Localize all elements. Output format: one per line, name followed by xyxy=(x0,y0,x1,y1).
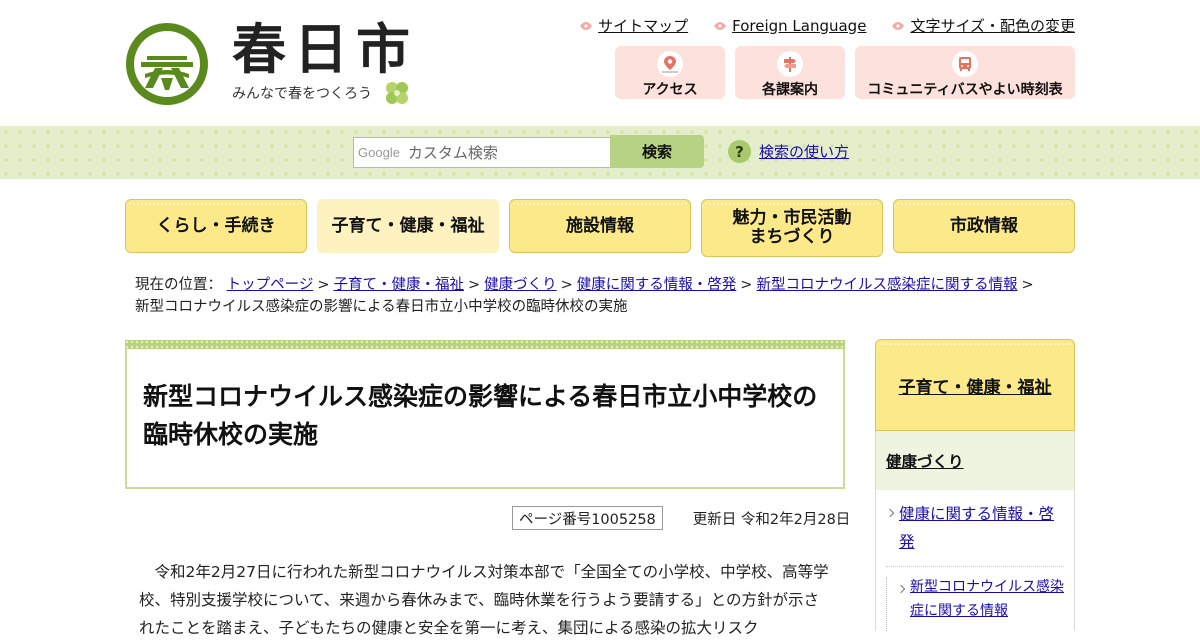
breadcrumb-link-health-info[interactable]: 健康に関する情報・啓発 xyxy=(577,277,737,293)
title-stripe xyxy=(125,340,845,349)
nav-city-administration[interactable]: 市政情報 xyxy=(893,199,1075,253)
community-bus-timetable-button-label: コミュニティバスやよい時刻表 xyxy=(867,82,1063,98)
article-title-box: 新型コロナウイルス感染症の影響による春日市立小中学校の臨時休校の実施 xyxy=(125,340,845,489)
clover-icon xyxy=(386,82,408,104)
nav-childcare-health-welfare[interactable]: 子育て・健康・福祉 xyxy=(317,199,499,253)
sakura-icon xyxy=(714,21,727,30)
search-button[interactable]: 検索 xyxy=(610,135,704,168)
quick-buttons: アクセス 各課案内 コミュニティバスやよい時刻表 xyxy=(615,46,1075,99)
search-help-link[interactable]: 検索の使い方 xyxy=(759,141,849,162)
search-input[interactable] xyxy=(407,143,578,162)
nav-facilities[interactable]: 施設情報 xyxy=(509,199,691,253)
article-body: 令和2年2月27日に行われた新型コロナウイルス対策本部で「全国全ての小学校、中学… xyxy=(139,563,829,637)
site-slogan: みんなで春をつくろう xyxy=(232,86,372,102)
department-guide-button[interactable]: 各課案内 xyxy=(735,46,845,99)
sitemap-link[interactable]: サイトマップ xyxy=(578,15,688,36)
nav-attractions-line1: 魅力・市民活動 xyxy=(732,208,852,228)
side-nav-link-covid[interactable]: 新型コロナウイルス感染症に関する情報 xyxy=(910,579,1064,619)
side-nav-item: 健康に関する情報・啓発 xyxy=(886,490,1064,567)
breadcrumb-link-health[interactable]: 健康づくり xyxy=(484,277,557,293)
department-guide-button-label: 各課案内 xyxy=(762,82,818,98)
breadcrumb-separator: > xyxy=(317,277,330,293)
community-bus-timetable-button[interactable]: コミュニティバスやよい時刻表 xyxy=(855,46,1075,99)
breadcrumb-separator: > xyxy=(1021,277,1034,293)
side-nav-link-health-info[interactable]: 健康に関する情報・啓発 xyxy=(899,505,1054,551)
updated-date: 更新日 令和2年2月28日 xyxy=(692,511,851,528)
utility-links: サイトマップ Foreign Language 文字サイズ・配色の変更 xyxy=(578,15,1075,36)
breadcrumb-link-covid[interactable]: 新型コロナウイルス感染症に関する情報 xyxy=(756,277,1017,293)
sakura-icon xyxy=(580,21,593,30)
question-icon: ? xyxy=(728,140,751,163)
access-button-label: アクセス xyxy=(642,82,698,98)
side-nav-heading[interactable]: 子育て・健康・福祉 xyxy=(875,339,1075,431)
text-size-color-link-label: 文字サイズ・配色の変更 xyxy=(910,17,1075,35)
article-meta: ページ番号1005258 更新日 令和2年2月28日 xyxy=(512,506,850,530)
access-button[interactable]: アクセス xyxy=(615,46,725,99)
nav-attractions-line2: まちづくり xyxy=(749,227,835,247)
side-nav-subitem: 新型コロナウイルス感染症に関する情報 xyxy=(886,567,1064,631)
nav-living-procedures[interactable]: くらし・手続き xyxy=(125,199,307,253)
page-number: ページ番号1005258 xyxy=(512,506,663,530)
search-help: ? 検索の使い方 xyxy=(728,140,849,163)
side-nav-list: 健康に関する情報・啓発 新型コロナウイルス感染症に関する情報 xyxy=(875,490,1075,631)
breadcrumb-separator: > xyxy=(560,277,573,293)
search-field[interactable]: Google xyxy=(353,137,611,168)
site-name[interactable]: 春日市 xyxy=(232,14,418,84)
breadcrumb-prefix: 現在の位置： xyxy=(135,277,222,293)
nav-attractions-civic-activities[interactable]: 魅力・市民活動 まちづくり xyxy=(701,199,883,257)
breadcrumb: 現在の位置： トップページ > 子育て・健康・福祉 > 健康づくり > 健康に関する情報・啓… xyxy=(135,274,1065,318)
sakura-icon xyxy=(892,21,905,30)
city-emblem-icon[interactable] xyxy=(125,22,209,106)
breadcrumb-link-childcare[interactable]: 子育て・健康・福祉 xyxy=(333,277,464,293)
text-size-color-link[interactable]: 文字サイズ・配色の変更 xyxy=(890,15,1075,36)
page-title: 新型コロナウイルス感染症の影響による春日市立小中学校の臨時休校の実施 xyxy=(143,382,818,449)
google-logo: Google xyxy=(358,145,400,160)
breadcrumb-link-top[interactable]: トップページ xyxy=(227,277,314,293)
breadcrumb-separator: > xyxy=(740,277,753,293)
site-header: 春日市 みんなで春をつくろう サイトマップ Foreign Language 文… xyxy=(0,0,1200,126)
side-nav: 子育て・健康・福祉 健康づくり 健康に関する情報・啓発 新型コロナウイルス感染症… xyxy=(875,339,1075,631)
foreign-language-link[interactable]: Foreign Language xyxy=(712,15,866,36)
breadcrumb-separator: > xyxy=(467,277,481,293)
sitemap-link-label: サイトマップ xyxy=(598,17,689,35)
map-pin-icon xyxy=(657,51,683,77)
signpost-icon xyxy=(777,51,803,77)
breadcrumb-current: 新型コロナウイルス感染症の影響による春日市立小中学校の臨時休校の実施 xyxy=(135,299,628,315)
bus-icon xyxy=(952,51,978,77)
side-nav-subheading[interactable]: 健康づくり xyxy=(875,431,1075,490)
global-nav: くらし・手続き 子育て・健康・福祉 施設情報 魅力・市民活動 まちづくり 市政情… xyxy=(125,199,1075,257)
foreign-language-link-label: Foreign Language xyxy=(732,16,867,35)
search-bar: Google 検索 ? 検索の使い方 xyxy=(0,126,1200,179)
